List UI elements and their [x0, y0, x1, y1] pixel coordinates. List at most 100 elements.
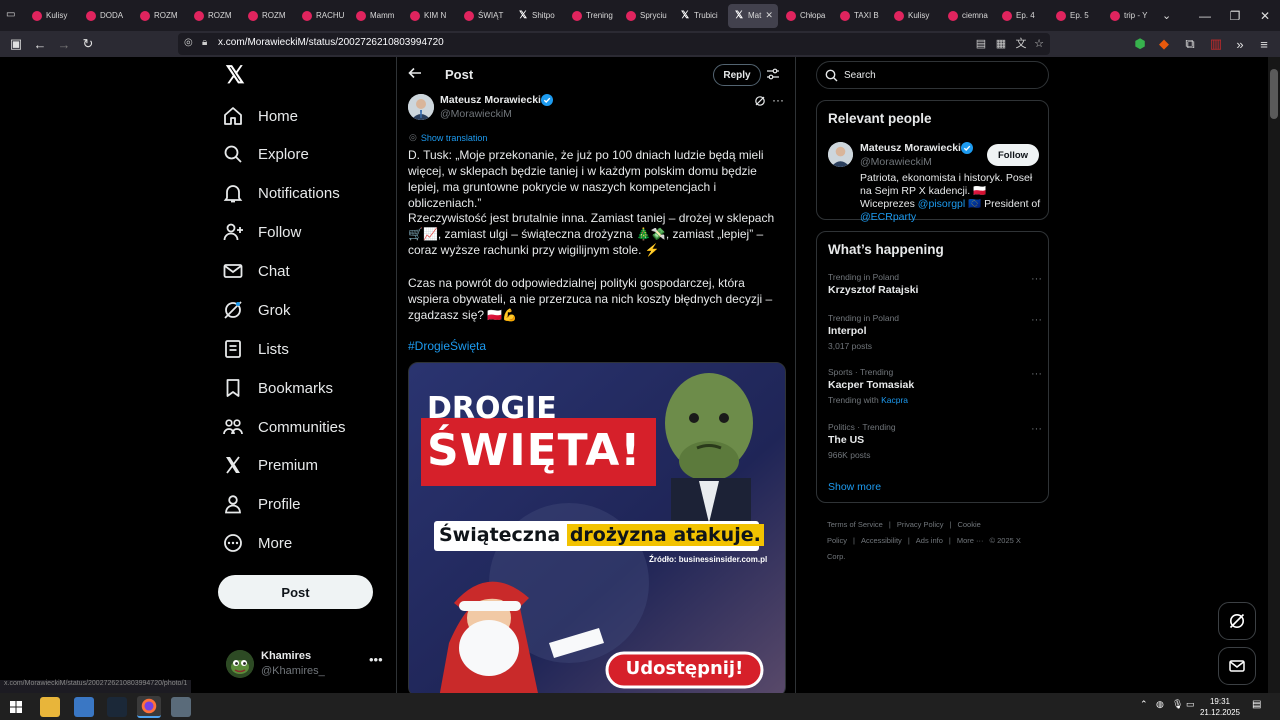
- show-more-link[interactable]: Show more: [828, 481, 881, 493]
- tab-active[interactable]: 𝕏 Mat ✕: [728, 3, 778, 28]
- extension-shield-icon[interactable]: ⬢: [1130, 34, 1150, 54]
- tab[interactable]: ciemna: [942, 4, 994, 28]
- nav-item-home[interactable]: Home: [222, 101, 298, 131]
- grok-fab-button[interactable]: [1218, 602, 1256, 640]
- x-logo-icon[interactable]: 𝕏: [222, 64, 248, 88]
- lock-icon[interactable]: 🔒︎: [202, 37, 207, 48]
- forward-icon[interactable]: →: [54, 34, 74, 54]
- app-icon[interactable]: [74, 697, 94, 717]
- steam-icon[interactable]: [107, 697, 127, 717]
- app-icon-2[interactable]: [171, 697, 191, 717]
- reload-icon[interactable]: ↻: [78, 34, 98, 54]
- tab[interactable]: KIM N: [404, 4, 456, 28]
- nav-item-profile[interactable]: Profile: [222, 489, 301, 519]
- tab[interactable]: Trening: [566, 4, 618, 28]
- relevant-person-name[interactable]: Mateusz Morawiecki: [860, 142, 961, 154]
- bookmark-star-icon[interactable]: ☆: [1032, 37, 1046, 51]
- nav-item-notifications[interactable]: Notifications: [222, 178, 340, 208]
- minimize-button[interactable]: —: [1190, 0, 1220, 31]
- tab[interactable]: RACHU: [296, 4, 348, 28]
- relevant-person-avatar[interactable]: [828, 142, 853, 167]
- file-explorer-icon[interactable]: [40, 697, 60, 717]
- trend-meta-link[interactable]: Kacpra: [881, 395, 908, 405]
- tab[interactable]: trip - Y: [1104, 4, 1156, 28]
- tab-list-icon[interactable]: ▭: [6, 9, 20, 23]
- tab[interactable]: Kulisy: [888, 4, 940, 28]
- footer-link[interactable]: Terms of Service: [827, 520, 883, 529]
- tab[interactable]: ŚWIĄT: [458, 4, 510, 28]
- tab[interactable]: Chłopa: [780, 4, 832, 28]
- scrollbar-thumb[interactable]: [1270, 69, 1278, 119]
- nav-item-communities[interactable]: Communities: [222, 412, 346, 442]
- footer-link[interactable]: Privacy Policy: [897, 520, 944, 529]
- translate-icon[interactable]: 文: [1014, 37, 1028, 51]
- tab[interactable]: Kulisy: [26, 4, 78, 28]
- follow-button[interactable]: Follow: [987, 144, 1039, 166]
- trend-item[interactable]: Trending in Poland Krzysztof Ratajski ···: [828, 272, 1042, 296]
- display-icon[interactable]: ▭: [1186, 699, 1195, 710]
- hashtag-link[interactable]: #DrogieŚwięta: [408, 339, 486, 353]
- tab[interactable]: ROZM: [242, 4, 294, 28]
- microphone-icon[interactable]: 🎙︎: [1172, 699, 1183, 710]
- post-image[interactable]: DROGIE ŚWIĘTA! Świąteczna drożyzna ataku…: [408, 362, 786, 693]
- back-icon[interactable]: ←: [30, 34, 50, 54]
- reader-view-icon[interactable]: ▤: [974, 37, 988, 51]
- tab[interactable]: TAXI B: [834, 4, 886, 28]
- tab[interactable]: DODA: [80, 4, 132, 28]
- footer-link[interactable]: Ads info: [916, 536, 943, 545]
- grok-icon[interactable]: [754, 95, 766, 107]
- more-icon[interactable]: ···: [1031, 368, 1042, 380]
- back-arrow-icon[interactable]: [407, 65, 423, 81]
- extension-fox-icon[interactable]: ◆: [1154, 34, 1174, 54]
- account-switcher[interactable]: Khamires @Khamires_ •••: [226, 648, 386, 688]
- close-window-button[interactable]: ✕: [1250, 0, 1280, 31]
- tab[interactable]: Ep. 5: [1050, 4, 1102, 28]
- avatar[interactable]: [226, 650, 254, 678]
- trend-item[interactable]: Sports · Trending Kacper Tomasiak Trending…: [828, 367, 1042, 405]
- trend-item[interactable]: Politics · Trending The US 966K posts ···: [828, 422, 1042, 460]
- tab-close-icon[interactable]: ✕: [765, 10, 773, 21]
- maximize-button[interactable]: ❐: [1220, 0, 1250, 31]
- more-icon[interactable]: ···: [772, 93, 784, 107]
- post-button[interactable]: Post: [218, 575, 373, 609]
- nav-item-lists[interactable]: Lists: [222, 334, 289, 364]
- clock[interactable]: 19:31 21.12.2025: [1198, 696, 1242, 718]
- nav-item-premium[interactable]: Premium: [222, 450, 318, 480]
- more-icon[interactable]: •••: [369, 652, 383, 667]
- menu-icon[interactable]: ≡: [1254, 34, 1274, 54]
- tray-chevron-icon[interactable]: ⌃: [1140, 699, 1148, 710]
- messages-fab-button[interactable]: [1218, 647, 1256, 685]
- extensions-icon[interactable]: ⧉: [1180, 34, 1200, 54]
- nav-item-more[interactable]: More: [222, 528, 292, 558]
- url-text[interactable]: x.com/MorawieckiM/status/200272621080399…: [218, 37, 444, 48]
- tab[interactable]: Mamm: [350, 4, 402, 28]
- nav-item-grok[interactable]: Grok: [222, 295, 291, 325]
- nav-item-chat[interactable]: Chat: [222, 256, 290, 286]
- network-icon[interactable]: ◍: [1156, 699, 1164, 710]
- author-avatar[interactable]: [408, 94, 434, 120]
- show-translation-link[interactable]: ◎ Show translation: [409, 132, 487, 143]
- tab[interactable]: Ep. 4: [996, 4, 1048, 28]
- overflow-chevron-icon[interactable]: »: [1230, 34, 1250, 54]
- firefox-icon[interactable]: [137, 696, 161, 718]
- author-handle[interactable]: @MorawieckiM: [440, 108, 512, 120]
- tab[interactable]: 𝕏 Shitpo: [512, 4, 564, 28]
- footer-link[interactable]: Accessibility: [861, 536, 902, 545]
- tab-overflow-chevron-icon[interactable]: ⌄: [1162, 9, 1171, 22]
- footer-link[interactable]: More ···: [957, 536, 984, 545]
- tab[interactable]: ROZM: [134, 4, 186, 28]
- reply-button[interactable]: Reply: [713, 64, 761, 86]
- more-icon[interactable]: ···: [1031, 314, 1042, 326]
- bio-mention-link[interactable]: @pisorgpl: [918, 198, 965, 210]
- windows-start-icon[interactable]: [6, 697, 26, 717]
- scrollbar[interactable]: [1268, 57, 1280, 693]
- nav-item-bookmarks[interactable]: Bookmarks: [222, 373, 333, 403]
- screenshot-icon[interactable]: ▦: [994, 37, 1008, 51]
- filter-icon[interactable]: [766, 67, 780, 81]
- nav-item-explore[interactable]: Explore: [222, 139, 309, 169]
- relevant-person-handle[interactable]: @MorawieckiM: [860, 156, 932, 168]
- extension-badge-icon[interactable]: ▥: [1206, 34, 1226, 54]
- tab[interactable]: 𝕏 Trubici: [674, 4, 726, 28]
- tab[interactable]: ROZM: [188, 4, 240, 28]
- notification-icon[interactable]: ▤: [1252, 699, 1261, 710]
